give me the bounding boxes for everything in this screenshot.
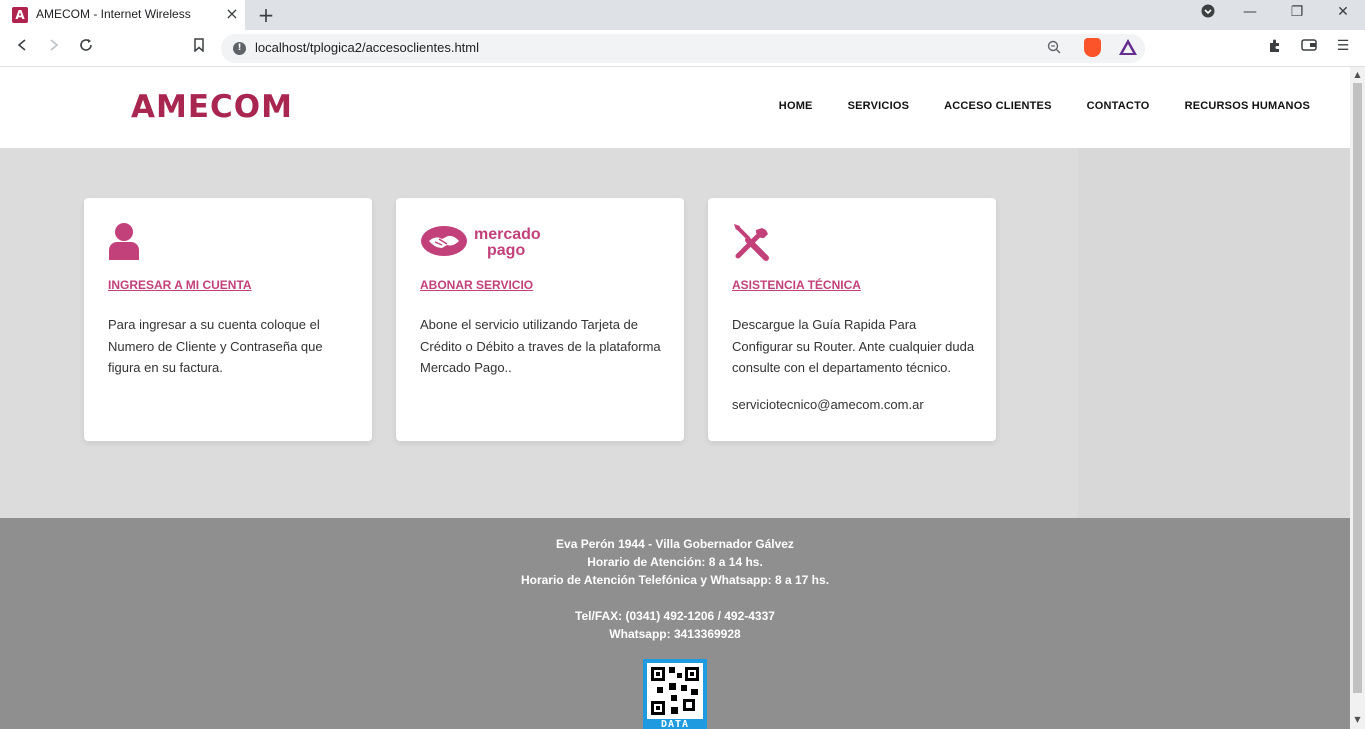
restore-icon[interactable]: ❐: [1285, 4, 1309, 26]
mercado-pago-logo: mercado pago: [420, 224, 550, 264]
footer-whatsapp: Whatsapp: 3413369928: [609, 627, 741, 641]
card-support: ASISTENCIA TÉCNICA Descargue la Guía Rap…: [708, 198, 996, 441]
back-icon[interactable]: [11, 37, 33, 59]
browser-tab[interactable]: A AMECOM - Internet Wireless ×: [0, 0, 246, 30]
qr-code-icon: [647, 663, 703, 719]
site-logo[interactable]: AMECOM: [131, 89, 293, 125]
brave-rewards-icon[interactable]: [1119, 39, 1137, 55]
brave-shields-icon[interactable]: [1084, 38, 1101, 57]
scrollbar-thumb[interactable]: [1353, 83, 1362, 693]
footer-hours: Horario de Atención: 8 a 14 hs.: [587, 555, 763, 569]
site-header: AMECOM HOME SERVICIOS ACCESO CLIENTES CO…: [0, 67, 1350, 148]
reload-icon[interactable]: [75, 37, 97, 59]
site-footer: Eva Perón 1944 - Villa Gobernador Gálvez…: [0, 518, 1350, 729]
menu-item-acceso-clientes[interactable]: ACCESO CLIENTES: [944, 100, 1052, 112]
main-menu: HOME SERVICIOS ACCESO CLIENTES CONTACTO …: [744, 100, 1310, 112]
tab-search-icon[interactable]: [1196, 4, 1220, 26]
user-icon: [108, 222, 140, 264]
footer-address: Eva Perón 1944 - Villa Gobernador Gálvez: [556, 537, 794, 551]
scroll-up-icon[interactable]: ▲: [1353, 70, 1362, 80]
extensions-icon[interactable]: [1264, 38, 1286, 60]
scroll-down-icon[interactable]: ▼: [1353, 715, 1362, 725]
menu-item-home[interactable]: HOME: [779, 100, 813, 112]
card-payment: mercado pago ABONAR SERVICIO Abone el se…: [396, 198, 684, 441]
site-info-icon[interactable]: !: [233, 42, 246, 55]
zoom-icon[interactable]: [1047, 40, 1061, 58]
data-fiscal-qr[interactable]: DATA: [643, 659, 707, 729]
forward-icon[interactable]: [43, 37, 65, 59]
bookmark-icon[interactable]: [188, 37, 210, 59]
card-payment-title[interactable]: ABONAR SERVICIO: [420, 278, 533, 292]
wallet-icon[interactable]: [1298, 38, 1320, 60]
new-tab-button[interactable]: +: [256, 3, 276, 27]
mercado-pago-logo-text-1: mercado: [474, 226, 541, 243]
browser-tab-bar: A AMECOM - Internet Wireless × + — ❐ ✕: [0, 0, 1365, 30]
minimize-icon[interactable]: —: [1238, 4, 1262, 26]
menu-item-contacto[interactable]: CONTACTO: [1087, 100, 1150, 112]
page-scrollbar[interactable]: ▲ ▼: [1350, 67, 1365, 729]
tab-favicon-icon: A: [12, 7, 28, 23]
side-band: [1078, 148, 1350, 518]
qr-label: DATA: [660, 719, 690, 729]
menu-item-servicios[interactable]: SERVICIOS: [848, 100, 910, 112]
address-bar[interactable]: ! localhost/tplogica2/accesoclientes.htm…: [221, 34, 1145, 63]
mercado-pago-logo-text-2: pago: [487, 242, 525, 259]
card-support-title[interactable]: ASISTENCIA TÉCNICA: [732, 278, 861, 292]
footer-phone-hours: Horario de Atención Telefónica y Whatsap…: [520, 573, 830, 587]
card-support-email[interactable]: serviciotecnico@amecom.com.ar: [732, 397, 924, 412]
card-payment-text: Abone el servicio utilizando Tarjeta de …: [420, 317, 661, 375]
card-support-text: Descargue la Guía Rapida Para Configurar…: [732, 317, 975, 375]
page-viewport: AMECOM HOME SERVICIOS ACCESO CLIENTES CO…: [0, 67, 1350, 729]
card-account-text: Para ingresar a su cuenta coloque el Num…: [108, 317, 323, 375]
tab-title: AMECOM - Internet Wireless: [36, 7, 191, 21]
menu-icon[interactable]: ☰: [1332, 38, 1354, 60]
card-account: INGRESAR A MI CUENTA Para ingresar a su …: [84, 198, 372, 441]
tools-icon: [732, 222, 772, 266]
browser-toolbar: ! localhost/tplogica2/accesoclientes.htm…: [0, 30, 1365, 67]
menu-item-recursos-humanos[interactable]: RECURSOS HUMANOS: [1185, 100, 1310, 112]
footer-tel: Tel/FAX: (0341) 492-1206 / 492-4337: [575, 609, 775, 623]
close-tab-icon[interactable]: ×: [224, 5, 240, 23]
close-window-icon[interactable]: ✕: [1331, 4, 1355, 26]
url-text[interactable]: localhost/tplogica2/accesoclientes.html: [255, 40, 479, 55]
card-account-title[interactable]: INGRESAR A MI CUENTA: [108, 278, 252, 292]
